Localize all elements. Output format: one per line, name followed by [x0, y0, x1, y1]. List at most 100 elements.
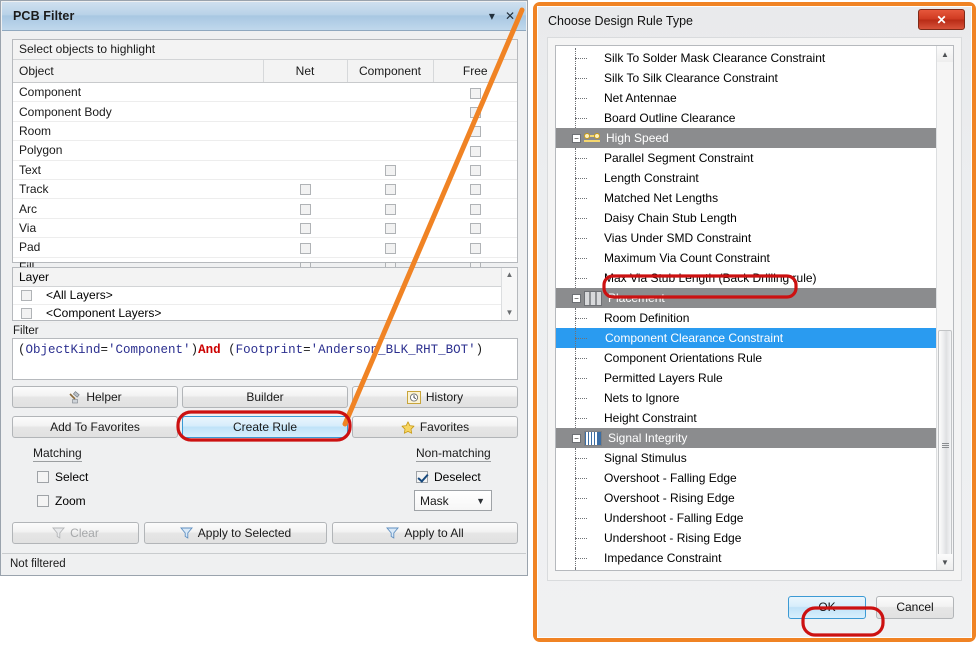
object-checkbox[interactable] — [470, 184, 481, 195]
object-checkbox[interactable] — [470, 146, 481, 157]
scroll-down-icon[interactable]: ▼ — [937, 554, 953, 570]
clear-button[interactable]: Clear — [12, 522, 139, 544]
tree-item-row[interactable]: Nets to Ignore — [556, 388, 936, 408]
mask-dropdown[interactable]: Mask ▼ — [414, 490, 492, 511]
tree-item-row[interactable]: Impedance Constraint — [556, 548, 936, 568]
tree-item-row[interactable]: Height Constraint — [556, 408, 936, 428]
table-row[interactable]: Text — [13, 160, 517, 179]
component-checkbox-cell[interactable] — [347, 160, 433, 179]
favorites-button[interactable]: Favorites — [352, 416, 518, 438]
create-rule-button[interactable]: Create Rule — [182, 416, 348, 438]
table-row[interactable]: Track — [13, 179, 517, 198]
builder-button[interactable]: Builder — [182, 386, 348, 408]
tree-item-row[interactable]: Length Constraint — [556, 168, 936, 188]
tree-item-row[interactable]: Component Clearance Constraint — [556, 328, 936, 348]
tree-item-row[interactable]: Matched Net Lengths — [556, 188, 936, 208]
tree-item-row[interactable]: Undershoot - Falling Edge — [556, 508, 936, 528]
tree-group-row[interactable]: −Placement — [556, 288, 936, 308]
chevron-down-icon[interactable]: ▾ — [489, 10, 495, 22]
tree-item-row[interactable]: Vias Under SMD Constraint — [556, 228, 936, 248]
tree-item-row[interactable]: Maximum Via Count Constraint — [556, 248, 936, 268]
list-item[interactable]: <All Layers> — [13, 287, 501, 305]
tree-item-row[interactable]: Signal Top Value — [556, 568, 936, 570]
tree-item-row[interactable]: Signal Stimulus — [556, 448, 936, 468]
object-checkbox[interactable] — [385, 223, 396, 234]
free-checkbox-cell[interactable] — [433, 102, 517, 121]
free-checkbox-cell[interactable] — [433, 121, 517, 140]
object-checkbox[interactable] — [300, 204, 311, 215]
close-icon[interactable]: ✕ — [918, 9, 965, 30]
helper-button[interactable]: Helper — [12, 386, 178, 408]
scroll-up-icon[interactable]: ▲ — [506, 268, 514, 282]
tree-item-row[interactable]: Net Antennae — [556, 88, 936, 108]
table-row[interactable]: Polygon — [13, 141, 517, 160]
cancel-button[interactable]: Cancel — [876, 596, 954, 619]
object-checkbox[interactable] — [470, 88, 481, 99]
close-icon[interactable]: ✕ — [505, 10, 515, 22]
zoom-checkbox-row[interactable]: Zoom — [37, 494, 86, 508]
table-row[interactable]: Arc — [13, 199, 517, 218]
free-checkbox-cell[interactable] — [433, 179, 517, 198]
object-checkbox[interactable] — [470, 204, 481, 215]
net-checkbox-cell[interactable] — [263, 179, 347, 198]
tree-item-row[interactable]: Daisy Chain Stub Length — [556, 208, 936, 228]
object-checkbox[interactable] — [385, 184, 396, 195]
object-checkbox[interactable] — [470, 107, 481, 118]
tree-item-row[interactable]: Overshoot - Rising Edge — [556, 488, 936, 508]
object-checkbox[interactable] — [385, 204, 396, 215]
deselect-checkbox-row[interactable]: Deselect — [416, 470, 481, 484]
collapse-expander-icon[interactable]: − — [572, 134, 581, 143]
chevron-down-icon[interactable]: ▼ — [476, 496, 485, 506]
select-checkbox[interactable] — [37, 471, 49, 483]
apply-to-all-button[interactable]: Apply to All — [332, 522, 518, 544]
object-checkbox[interactable] — [300, 184, 311, 195]
scrollbar-thumb[interactable] — [938, 330, 952, 562]
tree-item-row[interactable]: Silk To Silk Clearance Constraint — [556, 68, 936, 88]
scroll-up-icon[interactable]: ▲ — [937, 46, 953, 62]
layer-scrollbar[interactable]: ▲ ▼ — [501, 268, 517, 320]
tree-item-row[interactable]: Undershoot - Rising Edge — [556, 528, 936, 548]
free-checkbox-cell[interactable] — [433, 238, 517, 257]
net-checkbox-cell[interactable] — [263, 199, 347, 218]
zoom-checkbox[interactable] — [37, 495, 49, 507]
tree-item-row[interactable]: Overshoot - Falling Edge — [556, 468, 936, 488]
component-checkbox-cell[interactable] — [347, 179, 433, 198]
collapse-expander-icon[interactable]: − — [572, 434, 581, 443]
tree-item-row[interactable]: Component Orientations Rule — [556, 348, 936, 368]
layer-checkbox[interactable] — [21, 290, 32, 301]
free-checkbox-cell[interactable] — [433, 160, 517, 179]
tree-item-row[interactable]: Board Outline Clearance — [556, 108, 936, 128]
object-checkbox[interactable] — [385, 243, 396, 254]
component-checkbox-cell[interactable] — [347, 199, 433, 218]
tree-item-row[interactable]: Permitted Layers Rule — [556, 368, 936, 388]
table-row[interactable]: Pad — [13, 238, 517, 257]
tree-item-row[interactable]: Max Via Stub Length (Back Drilling rule) — [556, 268, 936, 288]
object-checkbox[interactable] — [300, 223, 311, 234]
apply-to-selected-button[interactable]: Apply to Selected — [144, 522, 327, 544]
object-checkbox[interactable] — [470, 126, 481, 137]
tree-group-row[interactable]: −High Speed — [556, 128, 936, 148]
tree-item-row[interactable]: Parallel Segment Constraint — [556, 148, 936, 168]
design-rule-tree[interactable]: Silk To Solder Mask Clearance Constraint… — [555, 45, 954, 571]
free-checkbox-cell[interactable] — [433, 199, 517, 218]
table-row[interactable]: Component Body — [13, 102, 517, 121]
component-checkbox-cell[interactable] — [347, 238, 433, 257]
net-checkbox-cell[interactable] — [263, 238, 347, 257]
object-checkbox[interactable] — [470, 223, 481, 234]
add-to-favorites-button[interactable]: Add To Favorites — [12, 416, 178, 438]
free-checkbox-cell[interactable] — [433, 218, 517, 237]
component-checkbox-cell[interactable] — [347, 218, 433, 237]
free-checkbox-cell[interactable] — [433, 141, 517, 160]
object-checkbox[interactable] — [470, 243, 481, 254]
list-item[interactable]: <Component Layers> — [13, 305, 501, 323]
object-checkbox[interactable] — [385, 165, 396, 176]
select-checkbox-row[interactable]: Select — [37, 470, 88, 484]
table-row[interactable]: Component — [13, 83, 517, 102]
scroll-down-icon[interactable]: ▼ — [506, 306, 514, 320]
table-row[interactable]: Via — [13, 218, 517, 237]
object-checkbox[interactable] — [300, 243, 311, 254]
layer-checkbox[interactable] — [21, 308, 32, 319]
history-button[interactable]: History — [352, 386, 518, 408]
collapse-expander-icon[interactable]: − — [572, 294, 581, 303]
table-row[interactable]: Room — [13, 121, 517, 140]
